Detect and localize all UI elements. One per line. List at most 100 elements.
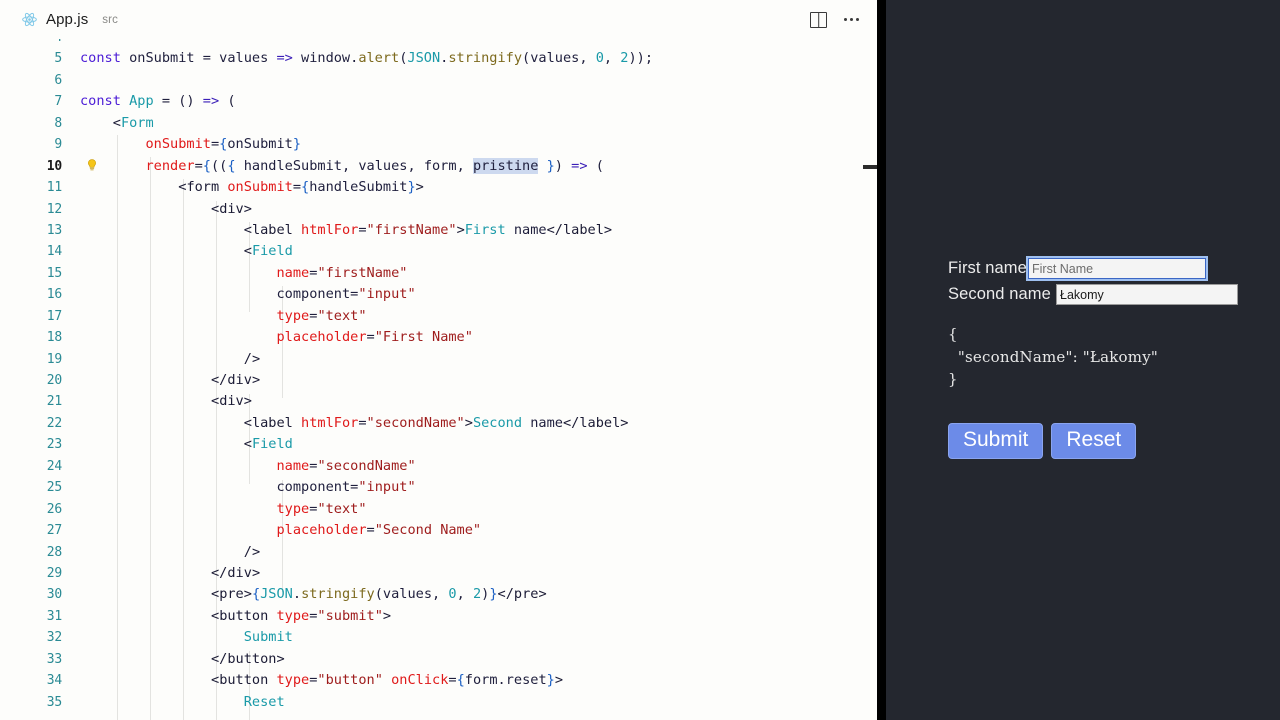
code-text: <div> [211,200,252,217]
code-text: type="text" [276,500,367,517]
code-line: 23 <Field [0,434,877,455]
line-number: 13 [46,222,62,238]
line-number: 7 [54,94,62,110]
code-text: Reset [243,693,285,710]
code-text: const onSubmit = values => window.alert(… [80,50,654,67]
code-text: <pre>{JSON.stringify(values, 0, 2)}</pre… [211,586,547,603]
code-line: 6 [0,70,877,91]
split-editor-icon[interactable] [810,11,827,28]
line-number: 17 [46,308,62,324]
line-number: 23 [46,437,62,453]
code-lines: 4 5 const onSubmit = values => window.aler… [0,39,877,713]
react-icon [22,12,37,27]
code-editor-pane: App.js src 4 5 const onSubmit = values => … [0,0,877,720]
code-text: <Field [243,243,293,260]
code-line: 14 <Field [0,241,877,262]
code-line: 13 <label htmlFor="firstName">First name… [0,220,877,241]
line-number: 5 [54,51,62,67]
line-number: 34 [46,673,62,689]
line-number: 8 [54,115,62,131]
code-text: <label htmlFor="secondName">Second name<… [243,414,629,431]
pane-divider [877,0,886,720]
code-line: 27 placeholder="Second Name" [0,520,877,541]
line-number: 21 [46,394,62,410]
more-actions-icon[interactable] [844,18,859,21]
code-viewport[interactable]: 4 5 const onSubmit = values => window.aler… [0,39,877,720]
line-number: 9 [54,137,62,153]
code-text: </button> [211,650,285,667]
code-text: <Field [243,436,293,453]
line-number: 26 [46,501,62,517]
tab-folder: src [102,13,118,26]
browser-preview-pane: First name Second name { "secondName": "… [886,0,1280,720]
line-number: 24 [46,458,62,474]
reset-button[interactable]: Reset [1051,422,1137,459]
code-text: /> [243,350,261,367]
code-line: 35 Reset [0,692,877,713]
code-text: placeholder="Second Name" [276,522,482,539]
code-line: 30 <pre>{JSON.stringify(values, 0, 2)}</… [0,584,877,605]
line-number: 35 [46,694,62,710]
code-line: 21 <div> [0,391,877,412]
code-line: 9 onSubmit={onSubmit} [0,134,877,155]
code-line: 25 component="input" [0,477,877,498]
code-line: 31 <button type="submit"> [0,606,877,627]
code-text: <Form [112,114,154,131]
code-text: </div> [211,564,261,581]
line-number: 18 [46,330,62,346]
line-number: 12 [46,201,62,217]
line-number: 29 [46,565,62,581]
code-line: 8 <Form [0,113,877,134]
scrollbar-thumb[interactable] [863,165,877,169]
code-text: <button type="submit"> [211,607,392,624]
code-text: name="secondName" [276,457,416,474]
line-number: 11 [46,180,62,196]
code-line: 29 </div> [0,563,877,584]
line-number: 15 [46,265,62,281]
demo-form: First name Second name { "secondName": "… [948,258,1278,459]
code-line: 20 </div> [0,370,877,391]
line-number: 30 [46,587,62,603]
editor-tab-appjs[interactable]: App.js src [0,11,118,28]
line-number: 20 [46,373,62,388]
form-buttons: Submit Reset [948,422,1278,459]
code-text: <div> [211,393,252,410]
code-line: 32 Submit [0,627,877,648]
line-number: 10 [46,158,62,174]
code-line: 22 <label htmlFor="secondName">Second na… [0,413,877,434]
submit-button[interactable]: Submit [948,422,1044,459]
code-line: 5 const onSubmit = values => window.alert… [0,48,877,69]
code-text: component="input" [276,479,416,496]
first-name-input[interactable] [1028,258,1206,279]
line-number: 4 [0,39,62,48]
field-row-second-name: Second name [948,284,1278,305]
code-text: const App = () => ( [80,93,236,110]
second-name-label: Second name [948,285,1051,303]
code-line: 28 /> [0,542,877,563]
code-text: <button type="button" onClick={form.rese… [211,672,563,689]
tab-filename: App.js [46,11,89,28]
code-text: </div> [211,372,261,388]
code-text: <label htmlFor="firstName">First name</l… [243,221,613,238]
code-line: 10 render={(({ handleSubmit, values, for… [0,156,877,177]
editor-tab-actions [810,11,877,28]
line-number: 19 [46,351,62,367]
code-line: 12 <div> [0,199,877,220]
code-line: 34 <button type="button" onClick={form.r… [0,670,877,691]
code-line: 17 type="text" [0,306,877,327]
code-text: /> [243,543,261,560]
editor-tab-bar: App.js src [0,0,877,40]
second-name-input[interactable] [1056,284,1238,305]
editor-vertical-scrollbar[interactable] [863,78,877,720]
app-root: App.js src 4 5 const onSubmit = values => … [0,0,1280,720]
line-number: 33 [46,651,62,667]
line-number: 16 [46,287,62,303]
first-name-label: First name [948,259,1027,277]
code-line: 4 [0,39,877,48]
code-line: 16 component="input" [0,284,877,305]
code-line: 18 placeholder="First Name" [0,327,877,348]
line-number: 25 [46,480,62,496]
code-line: 11 <form onSubmit={handleSubmit}> [0,177,877,198]
code-line: 19 /> [0,349,877,370]
line-number: 6 [54,72,62,88]
